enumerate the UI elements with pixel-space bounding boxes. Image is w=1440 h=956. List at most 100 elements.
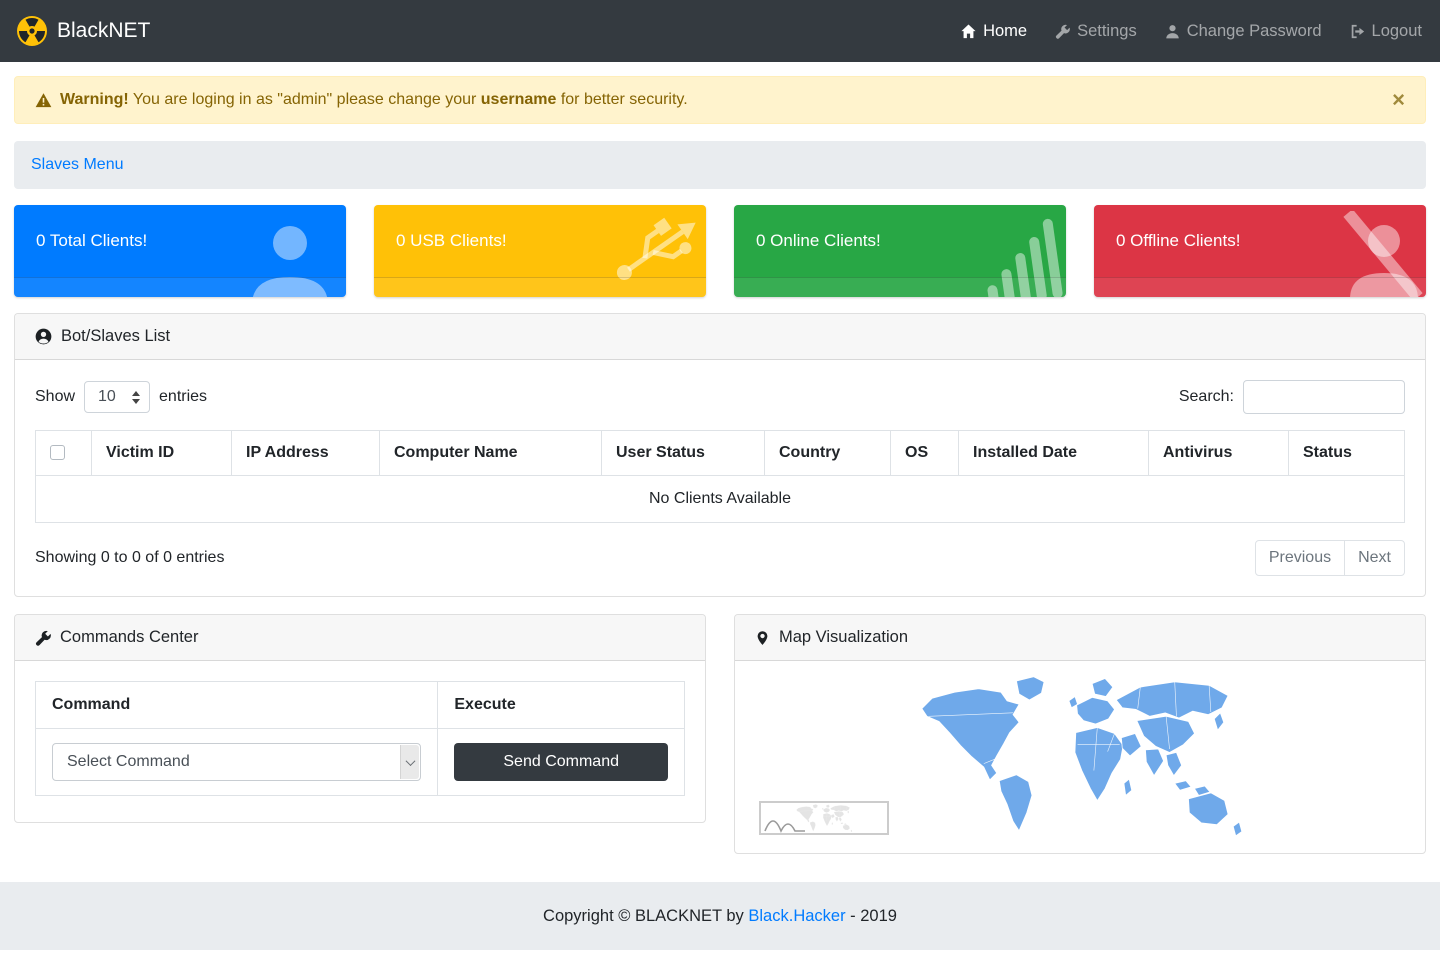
search-label: Search: <box>1179 388 1234 406</box>
page-footer: Copyright © BLACKNET by Black.Hacker - 2… <box>0 882 1440 950</box>
stat-card-footer <box>374 277 706 297</box>
search-input[interactable] <box>1243 380 1405 414</box>
footer-segment: Copyright © BLACKNET by <box>543 907 748 925</box>
warning-triangle-icon <box>35 92 52 109</box>
bot-table-header-row: Victim ID IP Address Computer Name User … <box>36 431 1405 476</box>
map-minimap[interactable] <box>759 801 889 835</box>
brand-title: BlackNET <box>57 19 150 43</box>
world-map <box>915 669 1245 841</box>
alert-highlight: username <box>481 91 557 108</box>
nav-item-change-password[interactable]: Change Password <box>1165 22 1322 41</box>
table-info: Showing 0 to 0 of 0 entries <box>35 549 224 567</box>
commands-center-header: Commands Center <box>15 615 705 661</box>
stat-card-online-clients: 0 Online Clients! <box>734 205 1066 297</box>
alert-segment: You are loging in as "admin" please chan… <box>129 91 481 108</box>
command-select-value: Select Command <box>67 753 190 771</box>
column-user-status[interactable]: User Status <box>602 431 765 476</box>
column-status[interactable]: Status <box>1289 431 1405 476</box>
column-country[interactable]: Country <box>765 431 891 476</box>
column-computer-name[interactable]: Computer Name <box>380 431 602 476</box>
select-all-checkbox[interactable] <box>50 445 65 460</box>
stat-card-footer <box>1094 277 1426 297</box>
column-ip-address[interactable]: IP Address <box>232 431 380 476</box>
nav-item-label: Home <box>983 22 1027 41</box>
author-link[interactable]: Black.Hacker <box>748 907 845 925</box>
page-size-select[interactable]: 10 <box>84 381 150 413</box>
top-navbar: BlackNET Home Settings Change Password L… <box>0 0 1440 62</box>
map-viewport[interactable] <box>735 661 1425 853</box>
column-victim-id[interactable]: Victim ID <box>92 431 232 476</box>
minimap-squiggle-icon <box>763 803 807 833</box>
bottom-row: Commands Center Command Execute Select C… <box>14 614 1426 854</box>
previous-page-button[interactable]: Previous <box>1255 540 1345 576</box>
commands-table: Command Execute Select Command Send Comm… <box>35 681 685 796</box>
page-size-value: 10 <box>98 388 116 406</box>
page-size-group: Show 10 entries <box>35 381 207 413</box>
wrench-icon <box>35 630 51 646</box>
stat-card-usb-clients: 0 USB Clients! <box>374 205 706 297</box>
nav-item-settings[interactable]: Settings <box>1055 22 1137 41</box>
command-select[interactable]: Select Command <box>52 743 421 781</box>
commands-center-card: Commands Center Command Execute Select C… <box>14 614 706 823</box>
stats-row: 0 Total Clients! 0 USB Clients! 0 Online… <box>14 205 1426 297</box>
commands-table-header-row: Command Execute <box>36 682 685 729</box>
show-label: Show <box>35 388 75 406</box>
nav-item-label: Logout <box>1372 22 1422 41</box>
list-controls: Show 10 entries Search: <box>35 380 1405 414</box>
commands-center-title: Commands Center <box>60 628 198 647</box>
column-antivirus[interactable]: Antivirus <box>1149 431 1289 476</box>
chevron-down-icon <box>400 745 419 779</box>
map-marker-icon <box>755 630 770 646</box>
stepper-icon <box>132 391 140 404</box>
next-page-button[interactable]: Next <box>1344 540 1405 576</box>
bot-list-card: Bot/Slaves List Show 10 entries Search: <box>14 313 1426 597</box>
execute-column-header: Execute <box>438 682 685 729</box>
stat-card-label: 0 USB Clients! <box>396 205 507 276</box>
alert-text: Warning! You are loging in as "admin" pl… <box>60 91 688 109</box>
nav-links: Home Settings Change Password Logout <box>961 22 1422 41</box>
footer-text: Copyright © BLACKNET by Black.Hacker - 2… <box>543 907 897 926</box>
empty-row: No Clients Available <box>36 476 1405 523</box>
send-command-button[interactable]: Send Command <box>454 743 668 781</box>
map-header: Map Visualization <box>735 615 1425 661</box>
bot-table: Victim ID IP Address Computer Name User … <box>35 430 1405 523</box>
column-os[interactable]: OS <box>891 431 959 476</box>
stat-card-label: 0 Online Clients! <box>756 205 881 276</box>
slaves-menu-link[interactable]: Slaves Menu <box>31 156 124 174</box>
empty-message: No Clients Available <box>36 476 1405 523</box>
entries-label: entries <box>159 388 207 406</box>
home-icon <box>961 24 976 39</box>
stat-card-footer <box>734 277 1066 297</box>
footer-segment: - 2019 <box>846 907 897 925</box>
stat-card-label: 0 Offline Clients! <box>1116 205 1240 276</box>
user-icon <box>1165 24 1180 39</box>
alert-segment: for better security. <box>556 91 687 108</box>
nav-item-label: Change Password <box>1187 22 1322 41</box>
warning-alert: Warning! You are loging in as "admin" pl… <box>14 76 1426 124</box>
commands-table-row: Select Command Send Command <box>36 729 685 796</box>
brand[interactable]: BlackNET <box>16 15 150 47</box>
user-circle-icon <box>35 328 52 345</box>
logout-icon <box>1350 24 1365 39</box>
column-installed-date[interactable]: Installed Date <box>959 431 1149 476</box>
stat-card-label: 0 Total Clients! <box>36 205 147 276</box>
select-all-cell <box>36 431 92 476</box>
stat-card-footer <box>14 277 346 297</box>
nav-item-label: Settings <box>1077 22 1137 41</box>
command-column-header: Command <box>36 682 438 729</box>
nav-item-home[interactable]: Home <box>961 22 1027 41</box>
alert-lead: Warning! <box>60 91 129 108</box>
nav-item-logout[interactable]: Logout <box>1350 22 1422 41</box>
radiation-logo-icon <box>16 15 48 47</box>
close-icon[interactable]: × <box>1392 89 1405 111</box>
pagination: Previous Next <box>1255 540 1405 576</box>
map-card: Map Visualization <box>734 614 1426 854</box>
stat-card-total-clients: 0 Total Clients! <box>14 205 346 297</box>
wrench-icon <box>1055 24 1070 39</box>
map-title: Map Visualization <box>779 628 908 647</box>
bot-list-header: Bot/Slaves List <box>15 314 1425 360</box>
bot-list-title: Bot/Slaves List <box>61 327 170 346</box>
search-group: Search: <box>1179 380 1405 414</box>
list-footer: Showing 0 to 0 of 0 entries Previous Nex… <box>35 540 1405 576</box>
slaves-menu-panel: Slaves Menu <box>14 141 1426 189</box>
